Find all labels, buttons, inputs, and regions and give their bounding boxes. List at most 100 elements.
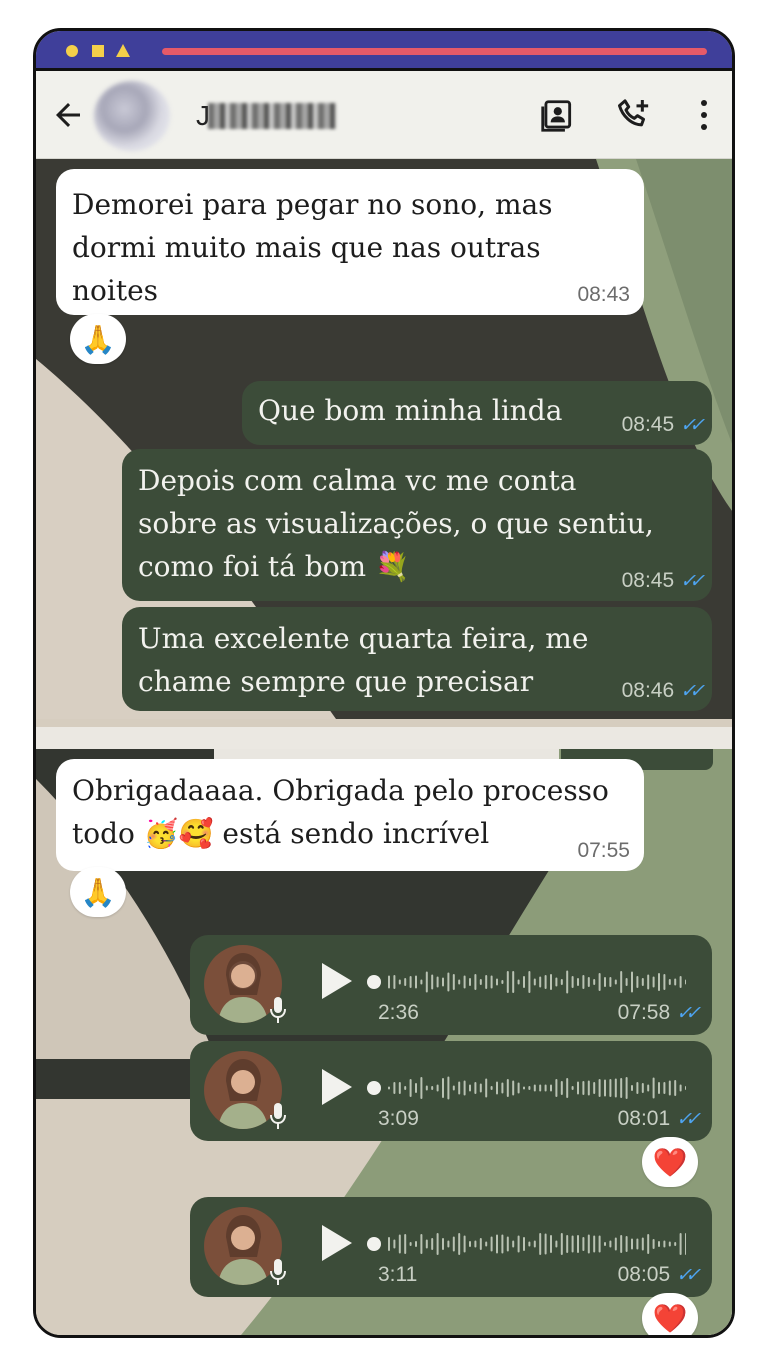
message-bubble-outgoing[interactable]: Depois com calma vc me conta sobre as vi… [122,449,712,601]
reaction-badge[interactable]: 🙏 [70,314,126,364]
message-text: Obrigadaaaa. Obrigada pelo processo todo… [72,774,609,850]
waveform-bar [658,1241,660,1247]
message-text: Que bom minha linda [258,394,563,427]
message-status: 08:01 ✓✓ [618,1107,701,1131]
back-arrow-icon[interactable] [50,97,86,133]
play-icon[interactable] [318,1067,354,1107]
play-icon[interactable] [318,1223,354,1263]
waveform-bar [409,1079,412,1097]
waveform-bar [479,1238,482,1250]
waveform-bar [523,1086,525,1090]
playback-knob[interactable] [367,1081,381,1095]
reaction-badge[interactable]: ❤️ [642,1293,698,1335]
contact-avatar[interactable] [94,81,170,151]
message-time: 07:58 [617,1001,671,1024]
waveform-bar [398,1082,401,1094]
waveform-bar [571,1086,574,1090]
waveform-bar [398,1234,401,1254]
contact-card-icon[interactable] [538,97,576,135]
voice-message[interactable]: 3:09 08:01 ✓✓ [190,1041,712,1141]
play-icon[interactable] [318,961,354,1001]
reaction-badge[interactable]: 🙏 [70,867,126,917]
waveform-bar [663,1240,666,1248]
message-bubble-incoming[interactable]: Obrigadaaaa. Obrigada pelo processo todo… [56,759,644,871]
waveform-bar [431,974,434,990]
waveform-bar [587,1080,590,1096]
waveform-bar [631,971,633,993]
waveform-bar [425,971,428,993]
waveform-bar [614,979,617,985]
message-time: 08:43 [577,283,630,306]
waveform-bar [393,1239,396,1249]
waveform-bar [415,1241,417,1247]
waveform-bar [636,1082,639,1094]
waveform-bar [458,979,461,985]
waveform[interactable] [366,1227,686,1261]
waveform-bar [550,974,552,990]
waveform-bar [474,1082,477,1094]
waveform-bar [571,976,574,988]
waveform-bar [490,1236,493,1252]
blurred-name [208,103,336,129]
waveform-bar [469,1241,471,1247]
waveform-bar [614,1237,617,1251]
waveform-bar [582,1237,585,1251]
circle-icon [66,45,78,57]
contact-name[interactable]: J [196,102,336,130]
waveform-bar [555,977,558,987]
voice-message[interactable]: 2:36 07:58 ✓✓ [190,935,712,1035]
waveform-bar [398,979,401,985]
playback-knob[interactable] [367,975,381,989]
chat-area[interactable]: Demorei para pegar no sono, mas dormi mu… [36,159,732,1335]
double-check-icon: ✓✓ [676,1003,701,1024]
chat-header: J [36,71,732,159]
reaction-badge[interactable]: ❤️ [642,1137,698,1187]
voice-message[interactable]: 3:11 08:05 ✓✓ [190,1197,712,1297]
message-bubble-outgoing[interactable]: Que bom minha linda 08:45 ✓✓ [242,381,712,445]
waveform-bar [647,1084,650,1092]
waveform-bar [598,1079,601,1097]
message-bubble-incoming[interactable]: Demorei para pegar no sono, mas dormi mu… [56,169,644,315]
waveform-bar [490,1086,493,1090]
waveform-bar [425,1239,428,1249]
waveform-bar [528,971,531,993]
waveform[interactable] [366,1071,686,1105]
waveform-bar [425,1085,428,1091]
triangle-icon [116,44,130,57]
waveform-bar [566,1078,569,1098]
waveform-bar [501,1234,504,1254]
waveform-bar [463,1235,466,1253]
waveform-bar [463,975,466,989]
voice-duration: 3:09 [378,1107,419,1130]
waveform-bar [393,975,396,989]
waveform-bar [533,978,536,986]
playback-knob[interactable] [367,1237,381,1251]
more-vert-icon[interactable] [692,97,716,133]
waveform-bar [587,977,590,987]
waveform-bar [512,971,515,993]
waveform-bar [571,1235,574,1253]
waveform-bar [555,1079,558,1097]
message-bubble-outgoing[interactable]: Uma excelente quarta feira, me chame sem… [122,607,712,711]
message-status: 07:58 ✓✓ [617,1001,701,1025]
waveform-bar [485,975,488,989]
waveform-bar [566,970,569,994]
waveform-bar [517,1082,520,1094]
waveform-bar [582,1081,585,1095]
waveform-bar [420,1234,423,1254]
waveform-bar [436,1233,439,1255]
waveform[interactable] [366,965,686,999]
voice-duration: 3:11 [378,1263,418,1286]
waveform-bar [539,976,542,988]
waveform-bar [442,1238,444,1250]
waveform-bar [641,1083,644,1093]
waveform-bar [452,974,455,990]
waveform-bar [544,1084,547,1092]
microphone-icon [270,997,286,1023]
waveform-bar [404,1234,407,1254]
waveform-bar [447,1076,450,1100]
add-call-icon[interactable] [614,95,654,135]
waveform-bar [447,1240,450,1248]
waveform-bar [679,1233,682,1255]
waveform-bar [447,972,450,992]
